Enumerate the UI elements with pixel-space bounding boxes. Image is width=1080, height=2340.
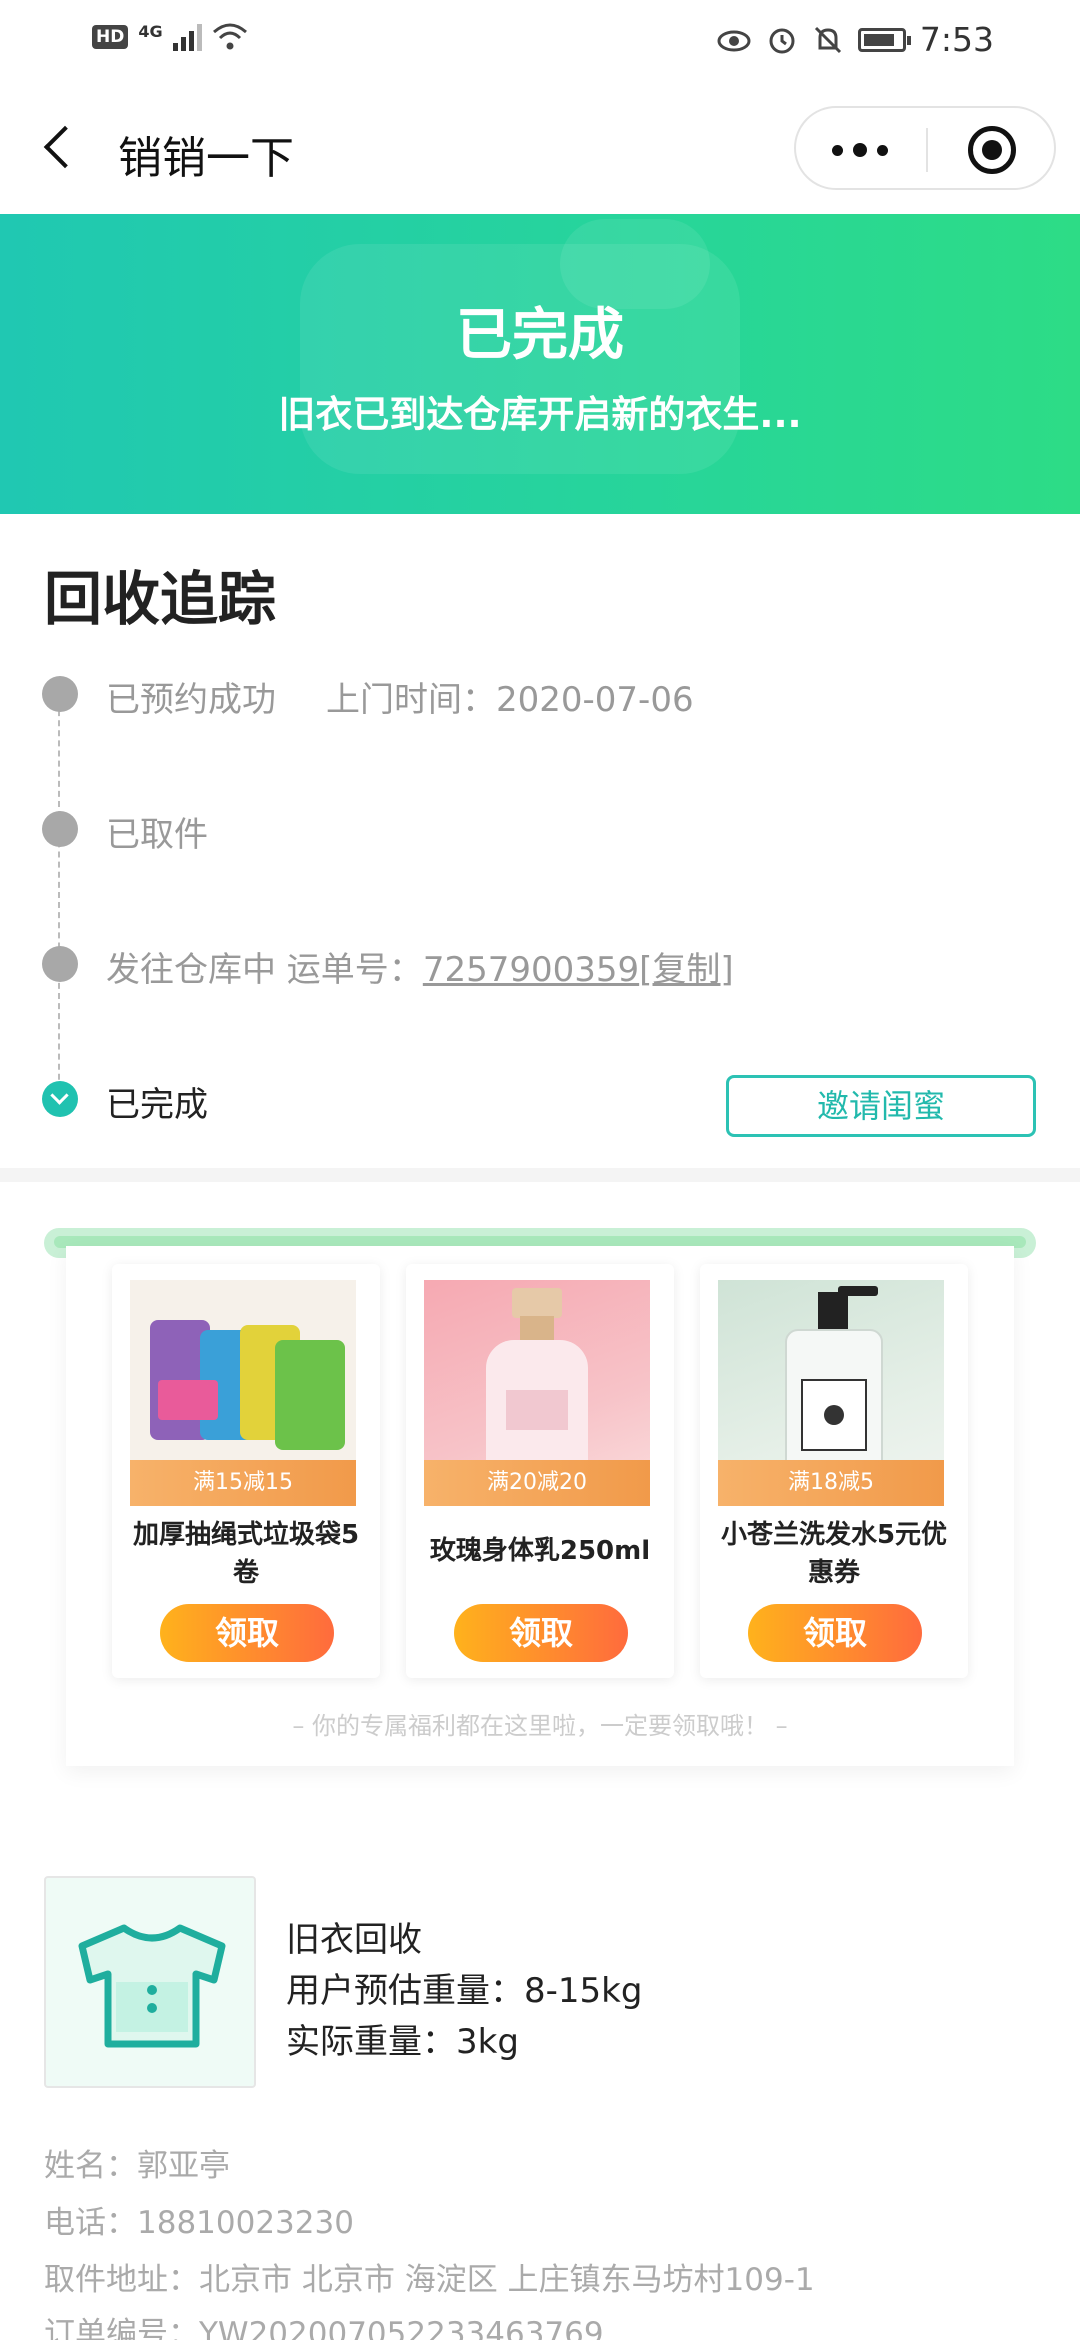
actual-weight: 实际重量：3kg <box>286 2022 519 2062</box>
banner-title: 已完成 <box>456 303 624 368</box>
coupon-card[interactable]: 满20减20 玫瑰身体乳250ml 领取 <box>406 1264 674 1678</box>
estimated-weight: 用户预估重量：8-15kg <box>286 1971 643 2011</box>
timeline-step-booked: 已预约成功 上门时间：2020-07-06 <box>106 672 694 721</box>
claim-button[interactable]: 领取 <box>454 1604 628 1662</box>
coupon-name: 加厚抽绳式垃圾袋5卷 <box>132 1520 360 1588</box>
back-arrow-icon[interactable] <box>36 122 86 172</box>
timeline-dot <box>42 946 78 982</box>
waybill-number[interactable]: 7257900359 <box>423 950 639 990</box>
step-label: 已预约成功 <box>106 680 276 720</box>
signal-icon <box>172 23 202 51</box>
coupon-card[interactable]: 满18减5 小苍兰洗发水5元优惠券 领取 <box>700 1264 968 1678</box>
invite-friend-button[interactable]: 邀请闺蜜 <box>726 1075 1036 1137</box>
alarm-icon <box>769 28 795 53</box>
contact-phone: 电话：18810023230 <box>44 2205 354 2241</box>
coupon-note: – 你的专属福利都在这里啦，一定要领取哦！ – <box>292 1712 788 1740</box>
pickup-address: 取件地址：北京市 北京市 海淀区 上庄镇东马坊村109-1 <box>44 2262 815 2298</box>
contact-name: 姓名：郭亚亭 <box>44 2148 230 2184</box>
system-status: 7:53 <box>716 20 994 59</box>
hd-badge: HD <box>92 25 129 49</box>
bell-muted-icon <box>814 26 841 53</box>
copy-link[interactable]: [复制] <box>639 950 734 990</box>
coupon-tag: 满20减20 <box>424 1460 650 1506</box>
banner-subtitle: 旧衣已到达仓库开启新的衣生... <box>278 393 802 436</box>
capsule-divider <box>926 128 928 172</box>
eye-icon <box>717 30 751 51</box>
section-divider <box>0 1168 1080 1182</box>
coupon-tag: 满15减15 <box>130 1460 356 1506</box>
battery-icon <box>857 27 911 52</box>
clothing-item-thumbnail <box>44 1876 256 2088</box>
item-title: 旧衣回收 <box>286 1920 422 1960</box>
status-banner: 已完成 旧衣已到达仓库开启新的衣生... <box>0 214 1080 514</box>
mini-program-capsule <box>794 106 1056 190</box>
more-menu-icon[interactable] <box>832 138 892 162</box>
wifi-icon <box>212 23 247 50</box>
timeline-line <box>58 700 60 1100</box>
tshirt-icon <box>78 1924 226 2048</box>
tracking-title: 回收追踪 <box>44 565 277 633</box>
step-label: 发往仓库中 运单号： <box>106 950 423 990</box>
coupon-tag: 满18减5 <box>718 1460 944 1506</box>
coupon-panel: 满15减15 加厚抽绳式垃圾袋5卷 领取 满20减20 玫瑰身体乳250ml 领… <box>66 1246 1014 1766</box>
network-gen-label: 4G <box>138 21 163 41</box>
visit-time: 上门时间：2020-07-06 <box>326 680 694 720</box>
timeline-step-picked: 已取件 <box>106 815 208 855</box>
nav-bar: 销销一下 <box>0 84 1080 214</box>
claim-button[interactable]: 领取 <box>748 1604 922 1662</box>
claim-button[interactable]: 领取 <box>160 1604 334 1662</box>
clock: 7:53 <box>919 20 994 59</box>
check-icon <box>42 1081 78 1117</box>
timeline-dot <box>42 811 78 847</box>
order-number: 订单编号：YW202007052233463769 <box>44 2316 604 2340</box>
coupon-name: 玫瑰身体乳250ml <box>429 1536 651 1566</box>
status-bar: HD 4G 7:53 <box>0 0 1080 84</box>
page-title: 销销一下 <box>118 133 294 184</box>
timeline-step-completed: 已完成 <box>106 1085 208 1125</box>
timeline-dot <box>42 676 78 712</box>
timeline-step-shipping: 发往仓库中 运单号：7257900359[复制] <box>106 942 734 991</box>
coupon-name: 小苍兰洗发水5元优惠券 <box>720 1520 948 1588</box>
coupon-card[interactable]: 满15减15 加厚抽绳式垃圾袋5卷 领取 <box>112 1264 380 1678</box>
coupon-section: 满15减15 加厚抽绳式垃圾袋5卷 领取 满20减20 玫瑰身体乳250ml 领… <box>44 1228 1036 1768</box>
network-status: HD 4G <box>92 22 248 52</box>
close-mini-program-icon[interactable] <box>968 126 1016 174</box>
